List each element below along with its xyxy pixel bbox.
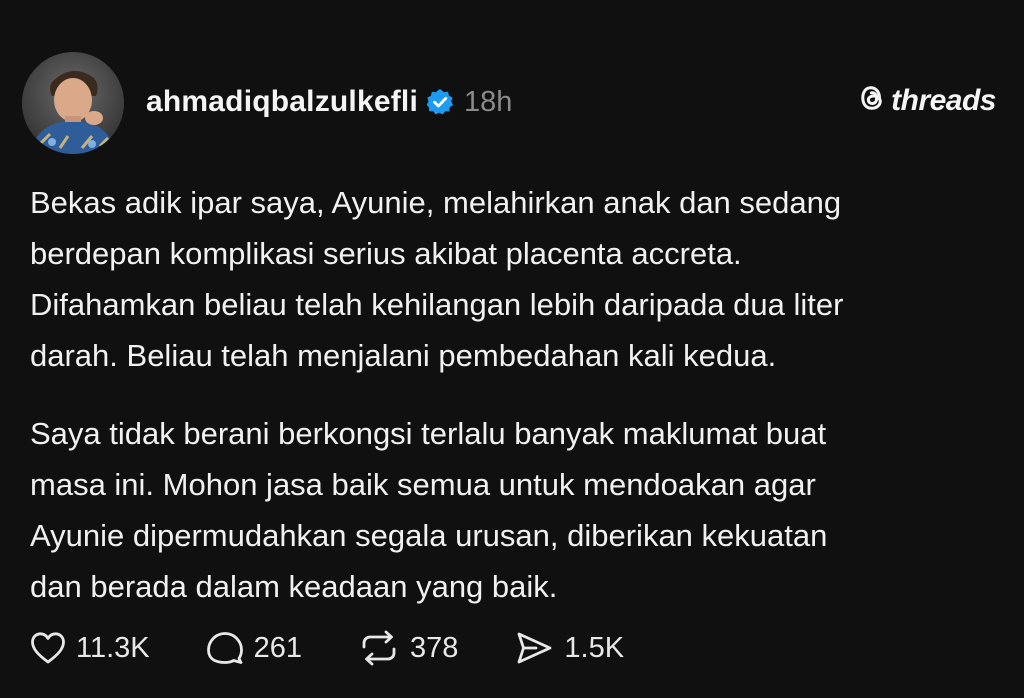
verified-badge-icon [426, 88, 454, 116]
heart-icon [30, 631, 66, 665]
repost-icon [358, 630, 400, 666]
threads-logo-icon [857, 82, 887, 119]
like-count: 11.3K [76, 631, 150, 664]
reply-button[interactable]: 261 [206, 630, 302, 666]
username[interactable]: ahmadiqbalzulkefli [146, 85, 418, 119]
threads-brand: threads [857, 82, 996, 119]
repost-count: 378 [410, 631, 459, 664]
avatar[interactable] [22, 52, 124, 154]
post-time: 18h [464, 85, 513, 118]
threads-post-card: ahmadiqbalzulkefli 18h threads Bekas adi… [0, 0, 1024, 698]
post-actions: 11.3K 261 378 1.5K [30, 622, 624, 674]
like-button[interactable]: 11.3K [30, 631, 150, 665]
reply-count: 261 [253, 631, 303, 664]
send-icon [514, 630, 554, 666]
comment-icon [206, 630, 244, 666]
post-paragraph-2: Saya tidak berani berkongsi terlalu bany… [30, 416, 828, 604]
share-count: 1.5K [564, 631, 625, 664]
post-header: ahmadiqbalzulkefli 18h [146, 78, 512, 126]
share-button[interactable]: 1.5K [514, 630, 624, 666]
post-paragraph-1: Bekas adik ipar saya, Ayunie, melahirkan… [30, 185, 844, 373]
threads-wordmark: threads [891, 83, 996, 117]
post-body: Bekas adik ipar saya, Ayunie, melahirkan… [30, 177, 990, 639]
avatar-image [22, 52, 124, 154]
repost-button[interactable]: 378 [358, 630, 458, 666]
